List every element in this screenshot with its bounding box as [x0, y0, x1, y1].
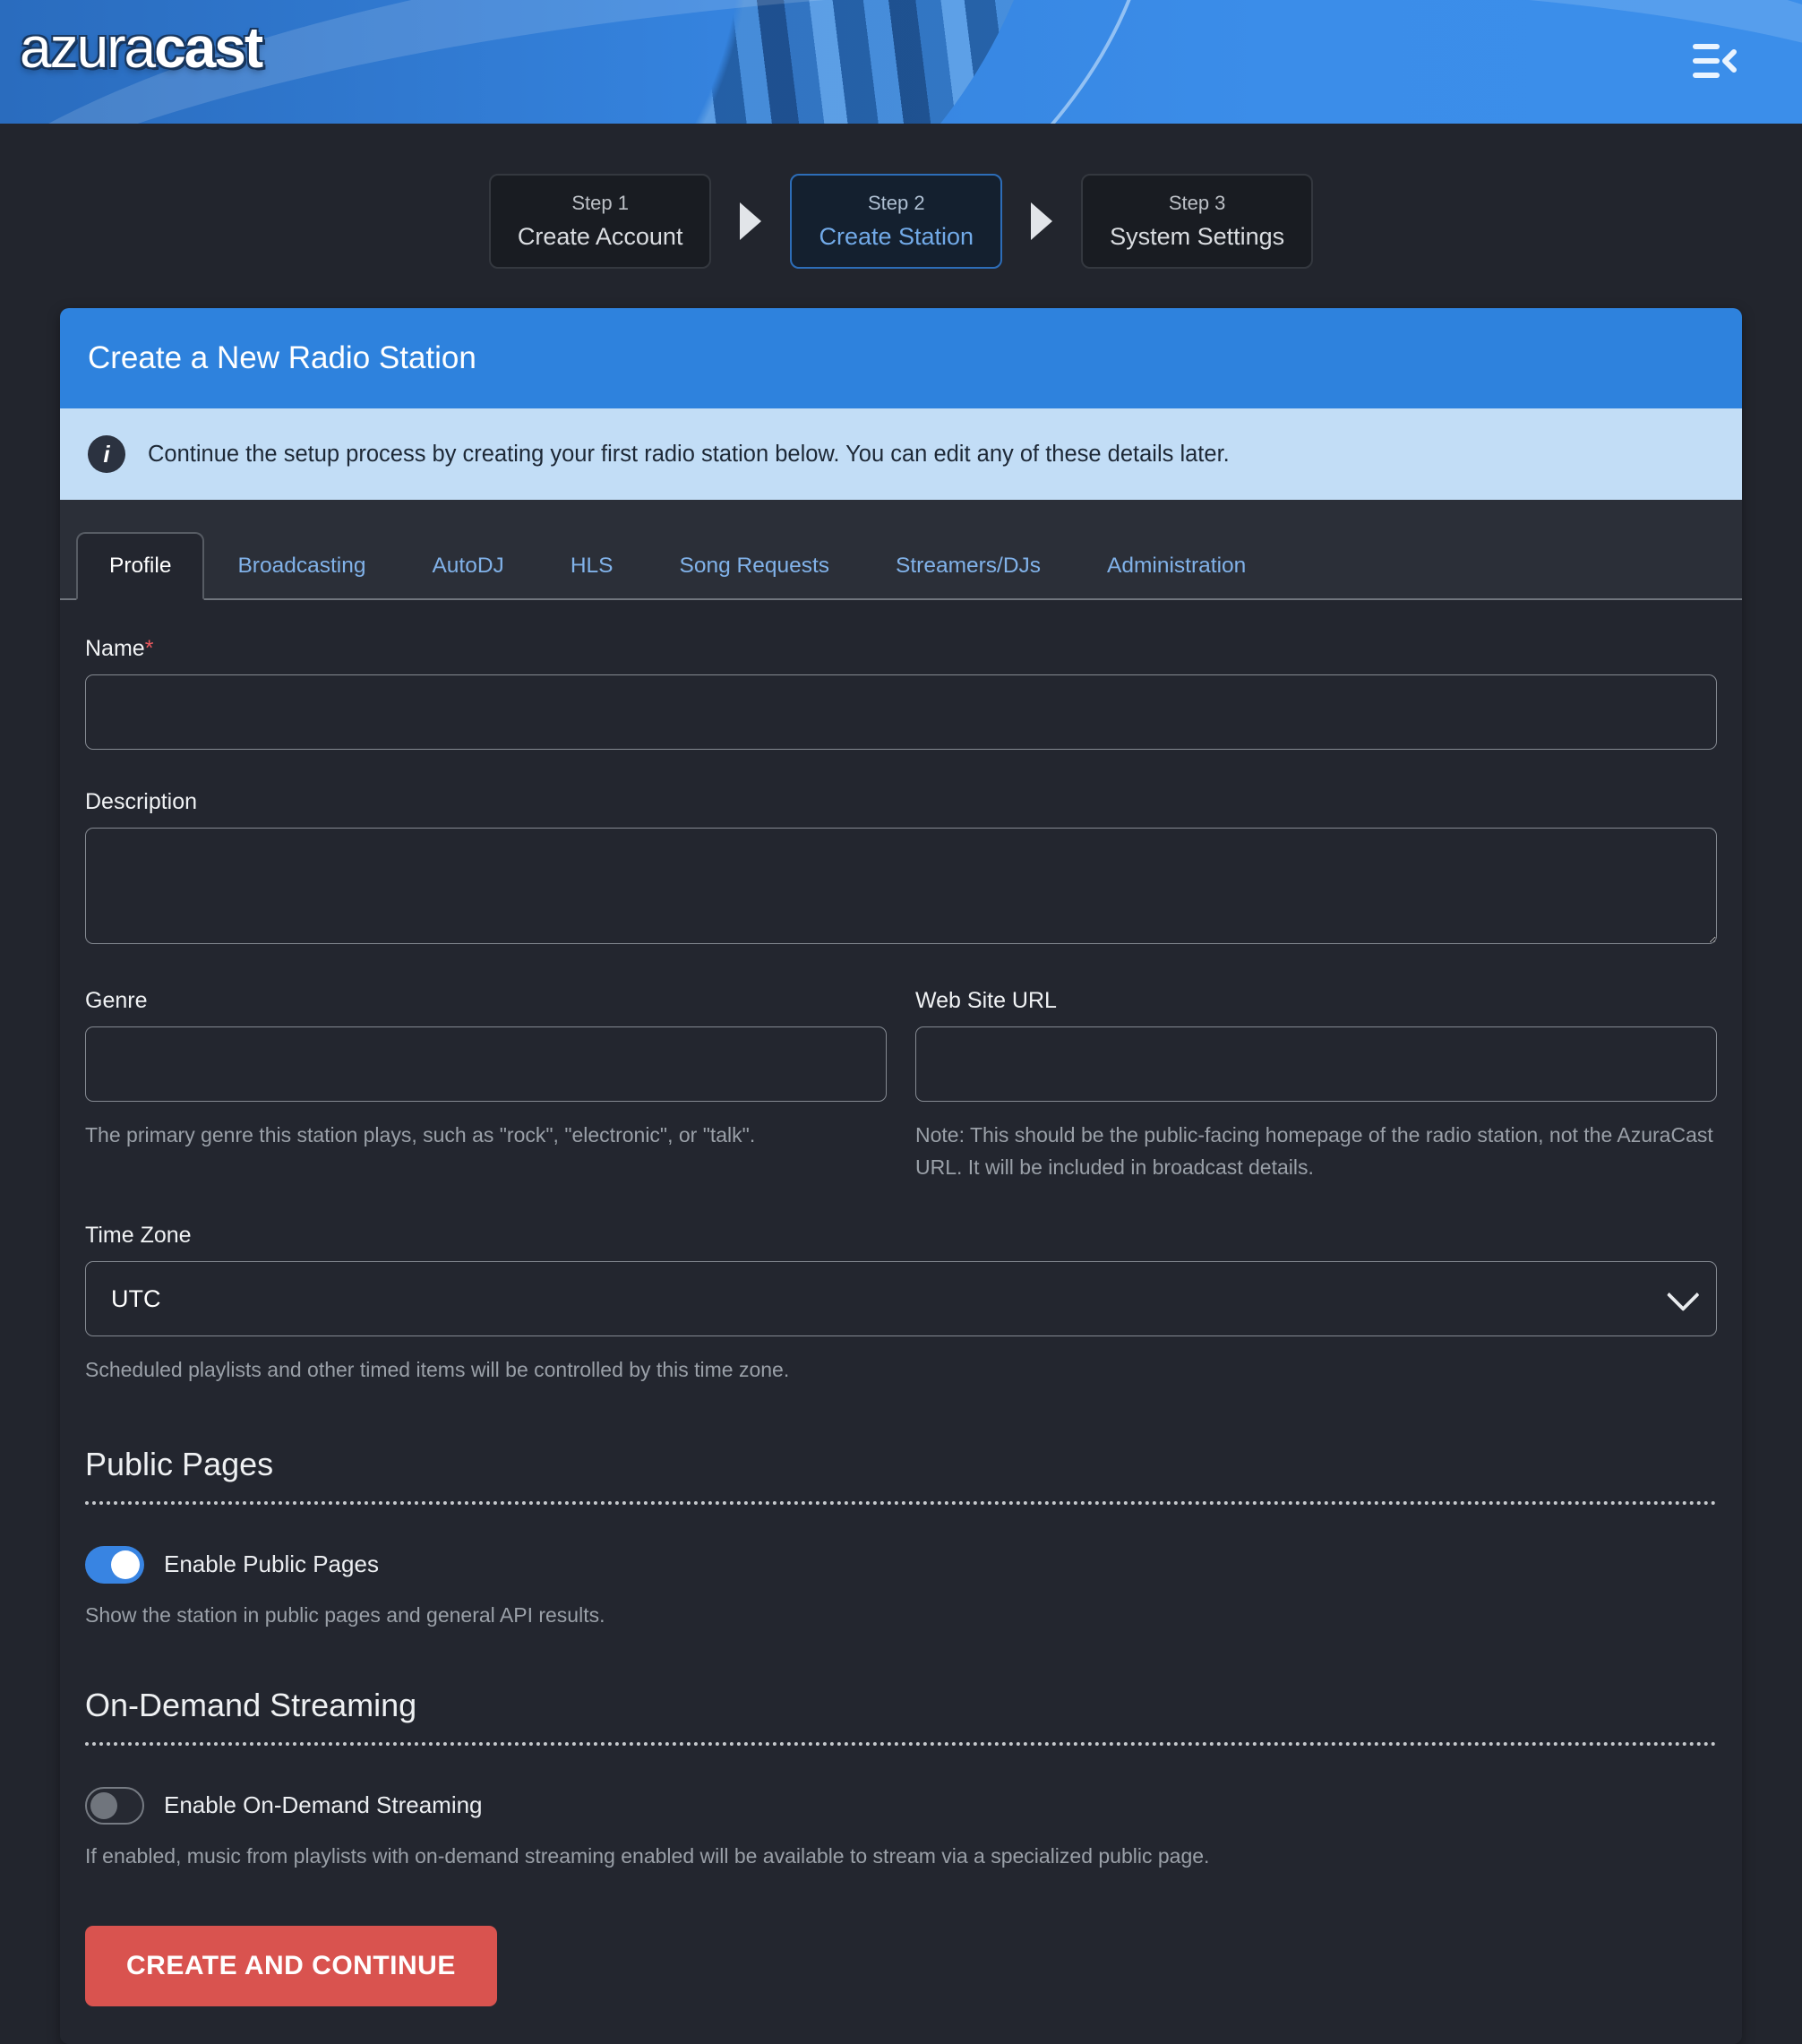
step-label: Create Account: [518, 223, 683, 251]
step-arrow-icon: [740, 202, 761, 240]
website-url-label: Web Site URL: [915, 988, 1717, 1014]
genre-help-text: The primary genre this station plays, su…: [85, 1120, 887, 1152]
toggle-knob: [111, 1550, 140, 1579]
chevron-down-icon: [1667, 1279, 1700, 1312]
toggle-knob: [90, 1792, 117, 1819]
step-2-create-station: Step 2 Create Station: [790, 174, 1002, 269]
profile-tab-panel: Name* Description Genre The primary genr…: [60, 600, 1742, 2044]
genre-label: Genre: [85, 988, 887, 1014]
step-arrow-icon: [1031, 202, 1052, 240]
timezone-label: Time Zone: [85, 1223, 1717, 1249]
enable-on-demand-label: Enable On-Demand Streaming: [164, 1791, 483, 1819]
tab-profile[interactable]: Profile: [76, 532, 204, 600]
menu-toggle-button[interactable]: [1689, 39, 1739, 84]
on-demand-heading: On-Demand Streaming: [85, 1687, 1717, 1724]
create-and-continue-button[interactable]: CREATE AND CONTINUE: [85, 1926, 497, 2006]
description-label: Description: [85, 789, 1717, 815]
setup-step-indicator: Step 1 Create Account Step 2 Create Stat…: [0, 174, 1802, 269]
enable-public-pages-label: Enable Public Pages: [164, 1550, 379, 1578]
menu-open-icon: [1691, 41, 1738, 81]
page-title: Create a New Radio Station: [88, 340, 476, 376]
logo-text-bold: cast: [154, 15, 262, 80]
section-divider: [85, 1742, 1717, 1746]
enable-public-pages-toggle[interactable]: [85, 1546, 144, 1584]
info-banner: i Continue the setup process by creating…: [60, 408, 1742, 500]
public-pages-help-text: Show the station in public pages and gen…: [85, 1603, 1717, 1627]
description-textarea[interactable]: [85, 828, 1717, 944]
azuracast-logo: azuracast: [20, 14, 262, 81]
timezone-selected-value: UTC: [111, 1285, 161, 1313]
info-icon: i: [88, 435, 125, 473]
tab-administration[interactable]: Administration: [1074, 532, 1279, 600]
step-1-create-account: Step 1 Create Account: [489, 174, 712, 269]
step-label: Create Station: [819, 223, 974, 251]
card-header: Create a New Radio Station: [60, 308, 1742, 408]
step-label: System Settings: [1110, 223, 1284, 251]
required-marker: *: [145, 636, 154, 661]
step-number: Step 2: [868, 192, 925, 215]
tab-streamers-djs[interactable]: Streamers/DJs: [862, 532, 1074, 600]
tab-autodj[interactable]: AutoDJ: [399, 532, 536, 600]
step-number: Step 1: [571, 192, 629, 215]
section-divider: [85, 1501, 1717, 1505]
on-demand-help-text: If enabled, music from playlists with on…: [85, 1844, 1717, 1868]
name-label: Name*: [85, 636, 1717, 662]
header-artwork: [0, 0, 1802, 124]
tab-hls[interactable]: HLS: [537, 532, 647, 600]
step-number: Step 3: [1169, 192, 1226, 215]
website-url-input[interactable]: [915, 1026, 1717, 1102]
logo-text-light: azura: [20, 15, 154, 80]
timezone-help-text: Scheduled playlists and other timed item…: [85, 1354, 1717, 1387]
public-pages-heading: Public Pages: [85, 1446, 1717, 1483]
app-header: azuracast: [0, 0, 1802, 124]
step-3-system-settings: Step 3 System Settings: [1081, 174, 1313, 269]
info-banner-text: Continue the setup process by creating y…: [148, 442, 1230, 468]
station-tabs: Profile Broadcasting AutoDJ HLS Song Req…: [60, 500, 1742, 600]
genre-input[interactable]: [85, 1026, 887, 1102]
timezone-select[interactable]: UTC: [85, 1261, 1717, 1336]
name-input[interactable]: [85, 674, 1717, 750]
enable-on-demand-toggle[interactable]: [85, 1787, 144, 1825]
tab-song-requests[interactable]: Song Requests: [646, 532, 862, 600]
tab-broadcasting[interactable]: Broadcasting: [204, 532, 399, 600]
create-station-card: Create a New Radio Station i Continue th…: [60, 308, 1742, 2044]
website-url-help-text: Note: This should be the public-facing h…: [915, 1120, 1717, 1183]
